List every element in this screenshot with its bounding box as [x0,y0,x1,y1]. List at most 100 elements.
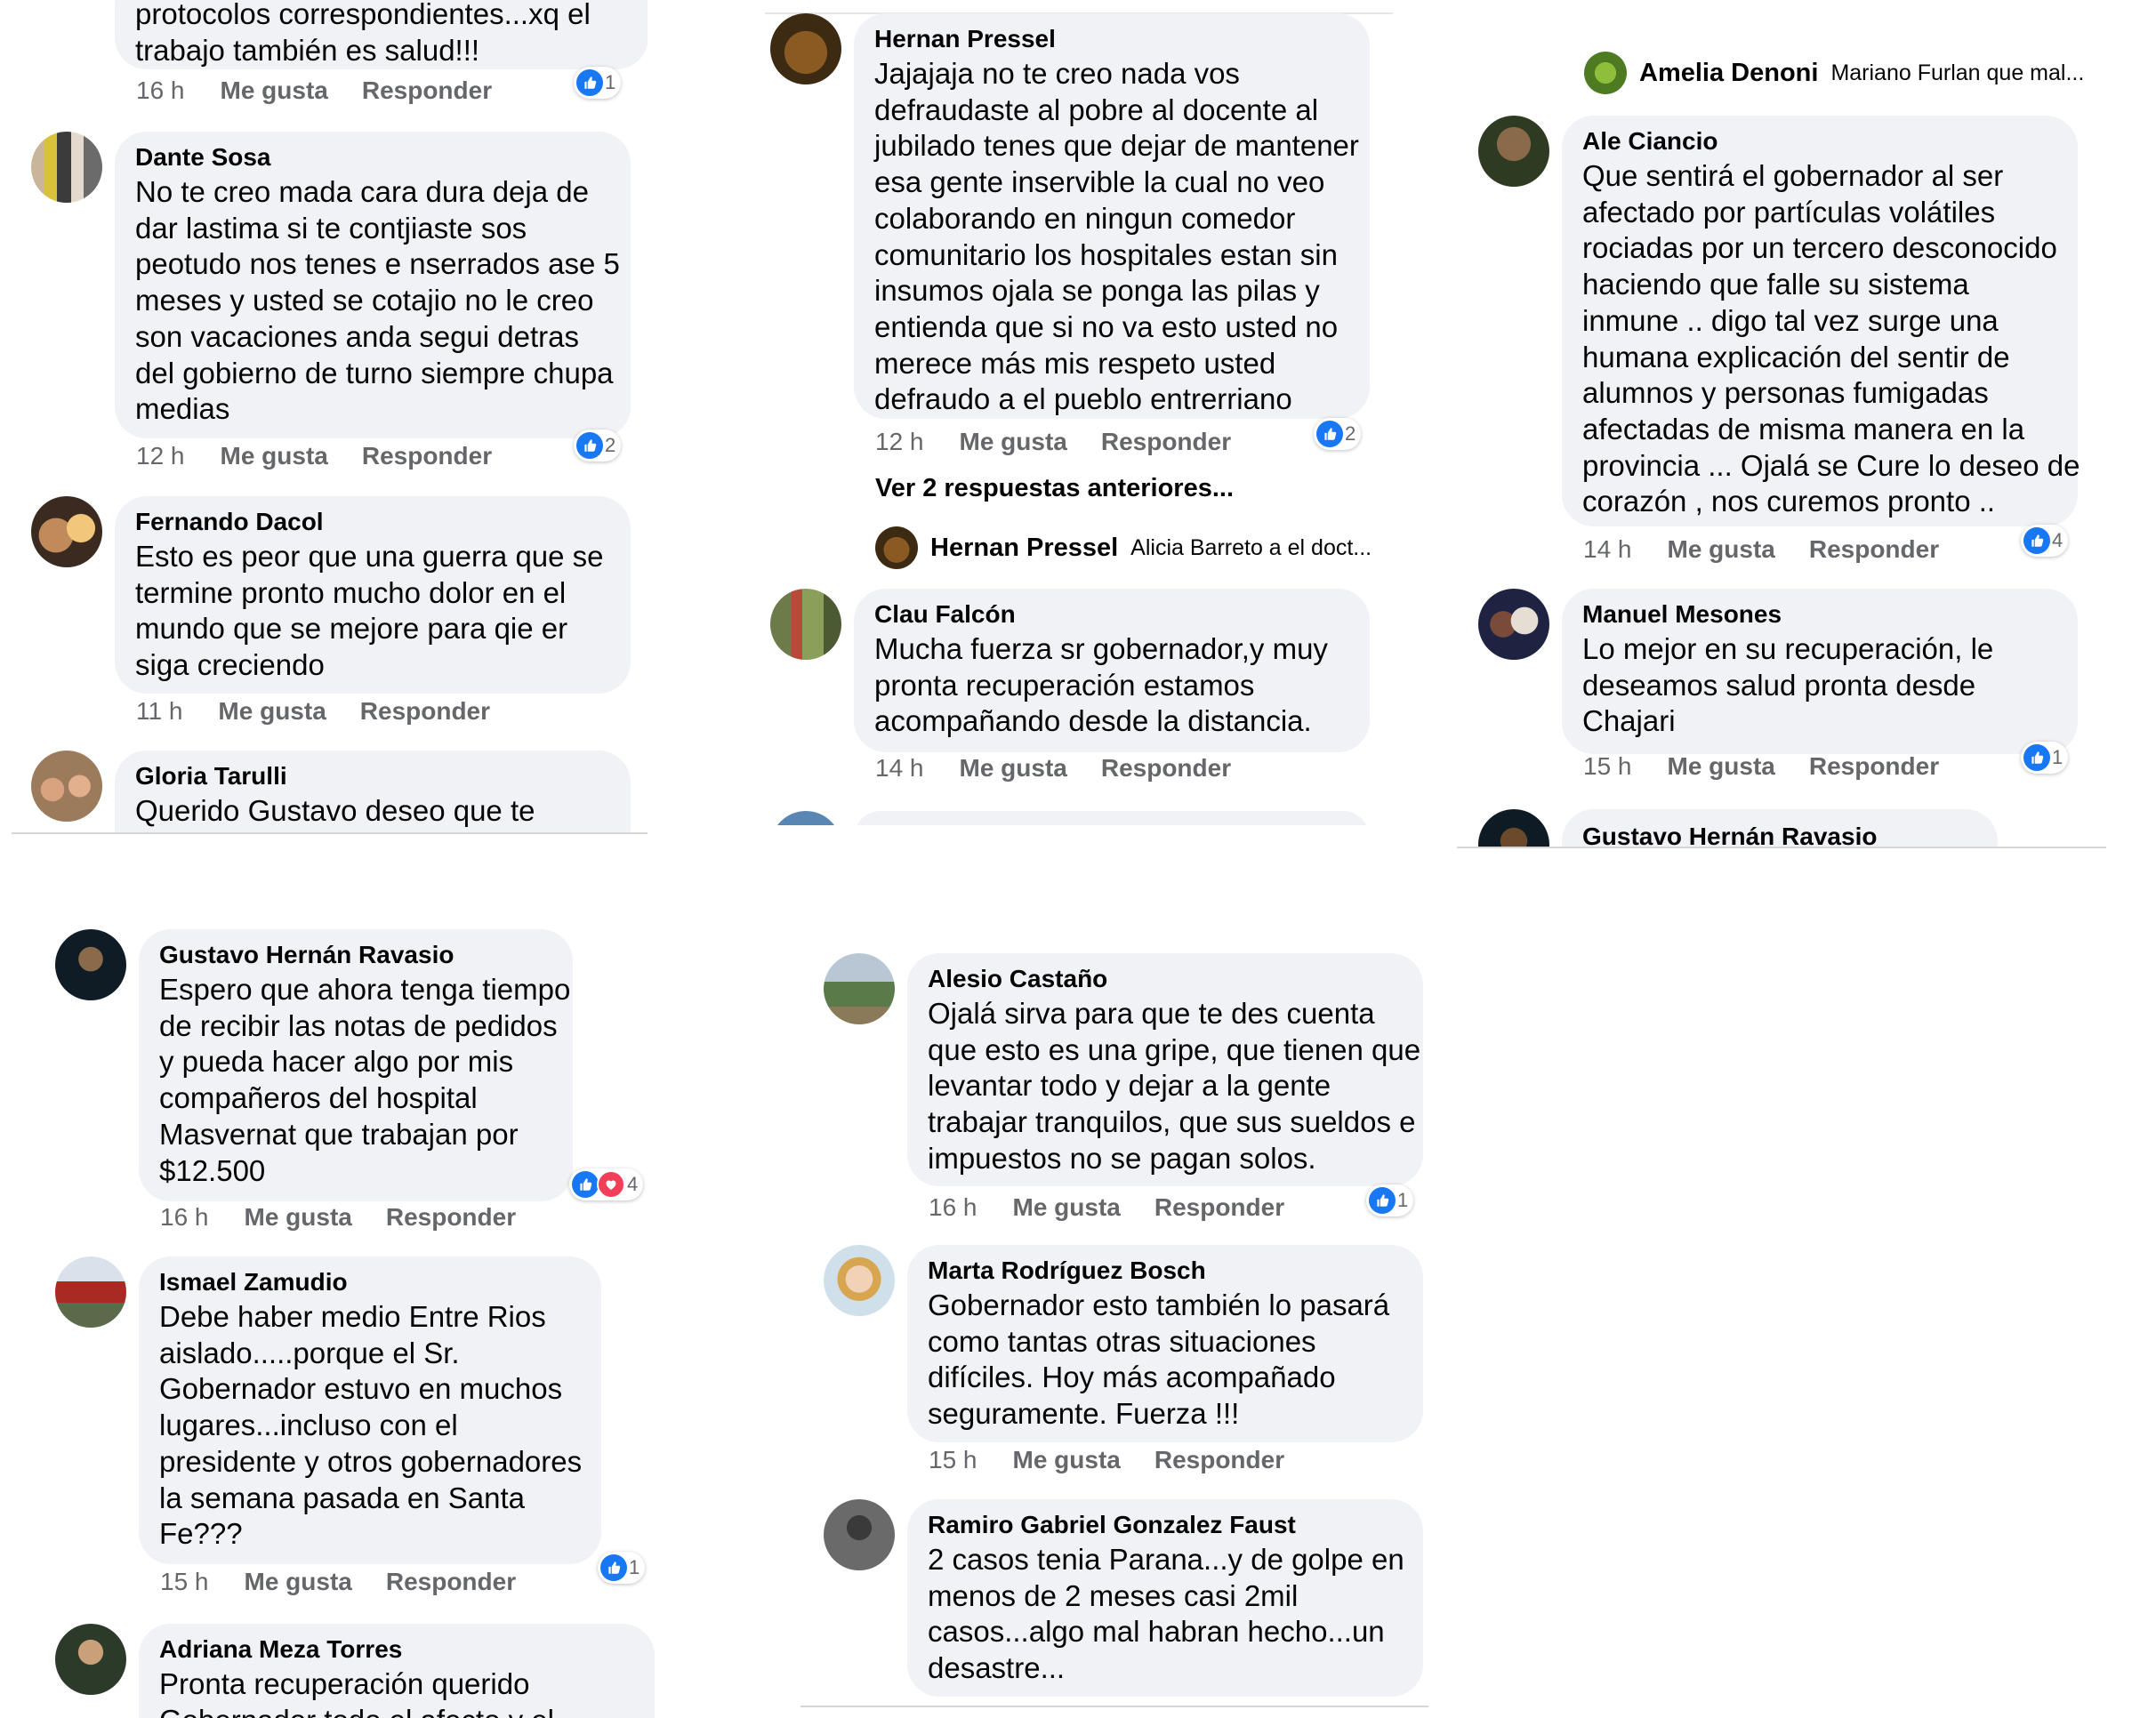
comment-line: inmune .. digo tal vez surge una [1582,303,1999,337]
comment-author[interactable]: Alesio Castaño [928,962,1402,996]
like-button[interactable]: Me gusta [1668,535,1775,563]
thumbs-up-icon [572,1171,599,1198]
comment-author[interactable]: Ismael Zamudio [159,1265,580,1299]
comment-time[interactable]: 15 h [160,1568,209,1595]
reaction-count[interactable]: 1 [598,1552,646,1584]
avatar[interactable] [55,1256,126,1328]
avatar[interactable] [824,1499,895,1570]
reply-author: Amelia Denoni [1639,58,1819,87]
avatar[interactable] [824,953,895,1024]
reaction-count[interactable]: 4 [569,1168,644,1200]
comment-line: protocolos correspondientes...xq el [135,0,591,30]
comment-actions: 15 h Me gusta Responder [929,1446,1318,1474]
reply-button[interactable]: Responder [386,1568,516,1595]
like-button[interactable]: Me gusta [221,76,328,104]
comment-time[interactable]: 14 h [1583,535,1632,563]
reply-button[interactable]: Responder [362,76,492,104]
comment-line: presidente y otros gobernadores [159,1444,583,1478]
thumbs-up-icon [600,1554,627,1581]
like-button[interactable]: Me gusta [245,1203,352,1231]
comment-time[interactable]: 15 h [929,1446,977,1473]
reply-button[interactable]: Responder [1101,754,1231,782]
avatar[interactable] [55,1624,126,1695]
comment-line: defraudaste al pobre al docente al [874,92,1319,126]
comment-author[interactable]: Clau Falcón [874,598,1348,631]
comment-line: Fe??? [159,1517,243,1551]
like-button[interactable]: Me gusta [218,697,326,725]
thumbs-up-icon [1369,1187,1396,1214]
comment-line: Querido Gustavo deseo que te [135,794,535,827]
avatar[interactable] [55,929,126,1000]
comment-author[interactable]: Gustavo Hernán Ravasio [159,938,551,972]
reply-preview[interactable]: Hernan Pressel Alicia Barreto a el doct.… [875,526,1372,569]
like-button[interactable]: Me gusta [1013,1193,1121,1221]
reply-button[interactable]: Responder [1101,428,1231,455]
avatar[interactable] [31,132,102,203]
reply-button[interactable]: Responder [1809,535,1939,563]
comment-time[interactable]: 16 h [929,1193,977,1221]
reaction-number: 1 [2052,746,2063,768]
comment-line: merece más mis respeto usted [874,346,1276,380]
avatar[interactable] [1478,589,1549,660]
comment-actions: 16 h Me gusta Responder [136,76,526,105]
comment-bubble: Gustavo Hernán Ravasio [1562,809,1998,847]
reply-button[interactable]: Responder [386,1203,516,1231]
comment-line: levantar todo y dejar a la gente [928,1069,1331,1103]
avatar[interactable] [770,13,841,84]
comment-author[interactable]: Ale Ciancio [1582,124,2056,158]
reply-button[interactable]: Responder [360,697,490,725]
thumbs-up-icon [576,432,603,459]
comment-author[interactable]: Fernando Dacol [135,505,609,539]
comment-time[interactable]: 11 h [136,697,182,725]
reaction-count[interactable]: 4 [2021,525,2069,557]
avatar[interactable] [1478,809,1549,847]
comment-author[interactable]: Gloria Tarulli [135,759,609,793]
reply-button[interactable]: Responder [362,442,492,470]
like-button[interactable]: Me gusta [221,442,328,470]
like-button[interactable]: Me gusta [245,1568,352,1595]
comment-line: casos...algo mal habran hecho...un [928,1615,1385,1649]
comment-time[interactable]: 16 h [136,76,185,104]
reaction-count[interactable]: 1 [1366,1184,1414,1216]
avatar[interactable] [31,751,102,822]
comment-line: Gobernador esto también lo pasará [928,1288,1390,1321]
comment-author[interactable]: Manuel Mesones [1582,598,2056,631]
comment-time[interactable]: 16 h [160,1203,209,1231]
avatar[interactable] [1478,116,1549,187]
reaction-count[interactable]: 1 [2021,742,2069,774]
reaction-count[interactable]: 2 [574,430,622,462]
like-button[interactable]: Me gusta [960,754,1067,782]
reaction-count[interactable]: 2 [1314,418,1362,450]
reply-button[interactable]: Responder [1809,752,1939,780]
avatar[interactable] [31,496,102,567]
reply-preview[interactable]: Amelia Denoni Mariano Furlan que mal... [1584,52,2084,94]
reply-button[interactable]: Responder [1154,1446,1284,1473]
comment-line: Esto es peor que una guerra que se [135,540,604,573]
comment-author[interactable]: Dante Sosa [135,140,609,174]
reaction-number: 2 [1345,422,1356,445]
comment-time[interactable]: 14 h [875,754,924,782]
comment-author[interactable]: Marta Rodríguez Bosch [928,1254,1402,1288]
comment-line: rociadas por un tercero desconocido [1582,231,2057,265]
comment-author[interactable]: Hernan Pressel [874,22,1348,56]
reply-button[interactable]: Responder [1154,1193,1284,1221]
comment-author[interactable]: Gustavo Hernán Ravasio [1582,820,1976,847]
comment-time[interactable]: 12 h [875,428,924,455]
comment-time[interactable]: 12 h [136,442,185,470]
comment-bubble: Gustavo Hernán Ravasio Espero que ahora … [139,929,573,1201]
reaction-count[interactable]: 1 [574,67,622,99]
comment-author[interactable]: Adriana Meza Torres [159,1633,633,1666]
comment-actions: 15 h Me gusta Responder [160,1568,550,1596]
view-previous-replies-link[interactable]: Ver 2 respuestas anteriores... [875,474,1234,503]
comment-line: Jajajaja no te creo nada vos [874,57,1240,90]
like-button[interactable]: Me gusta [1668,752,1775,780]
like-button[interactable]: Me gusta [1013,1446,1121,1473]
comment-time[interactable]: 15 h [1583,752,1632,780]
comment-bubble: Fernando Dacol Esto es peor que una guer… [115,496,631,694]
comment-line: alumnos y personas fumigadas [1582,376,1989,410]
comment-line: Mucha fuerza sr gobernador,y muy [874,632,1328,665]
comment-author[interactable]: Ramiro Gabriel Gonzalez Faust [928,1508,1402,1542]
like-button[interactable]: Me gusta [960,428,1067,455]
avatar[interactable] [770,589,841,660]
avatar[interactable] [824,1245,895,1316]
